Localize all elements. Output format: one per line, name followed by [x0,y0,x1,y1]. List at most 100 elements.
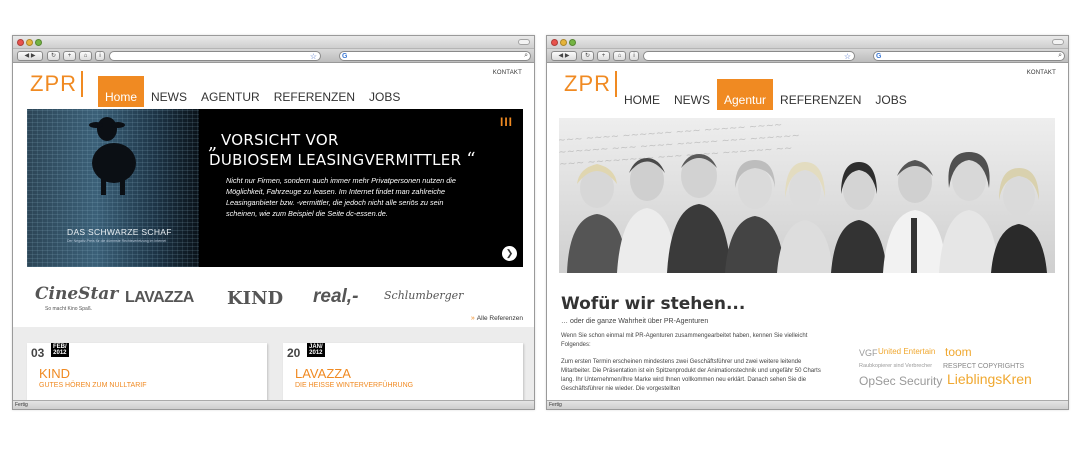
logo[interactable]: ZPR [564,71,611,97]
news-year: 2012 [53,350,67,356]
tag-respect-copyrights[interactable]: RESPECT COPYRIGHTS [943,363,1024,370]
add-bookmark-icon[interactable]: + [597,51,610,61]
hero-title-line1: VORSICHT VOR [221,131,339,149]
home-icon[interactable]: ⌂ [613,51,626,61]
page-info-icon[interactable]: i [95,51,105,61]
news-day: 20 [287,346,301,360]
back-forward-button[interactable]: ◀ ▶ [17,51,43,61]
toolbar-toggle-button[interactable] [518,39,530,45]
nav-item-news[interactable]: NEWS [144,76,194,107]
home-icon[interactable]: ⌂ [79,51,92,61]
schlumberger-logo[interactable]: Schlumberger [384,289,463,302]
webpage: KONTAKT ZPR HOME NEWS Agentur REFERENZEN… [547,65,1068,400]
news-day: 03 [31,346,45,360]
search-icon[interactable]: ⌕ [1058,52,1062,60]
search-icon[interactable]: ⌕ [524,52,528,60]
search-field[interactable]: G ⌕ [339,51,531,61]
nav-item-agentur[interactable]: AGENTUR [194,76,267,107]
logo[interactable]: ZPR [30,71,77,97]
google-search-icon: G [876,53,882,60]
add-bookmark-icon[interactable]: + [63,51,76,61]
minimize-window-button[interactable] [26,39,33,46]
webpage: KONTAKT ZPR Home NEWS AGENTUR REFERENZEN… [13,65,534,400]
hero-image: DAS SCHWARZE SCHAF Der Negativ-Preis für… [27,109,199,267]
hero-banner[interactable]: DAS SCHWARZE SCHAF Der Negativ-Preis für… [27,109,523,267]
tag-toom[interactable]: toom [945,345,972,359]
alle-referenzen-label: Alle Referenzen [476,315,523,322]
reload-icon[interactable]: ↻ [581,51,594,61]
google-search-icon: G [342,53,348,60]
status-bar: Fertig [13,400,534,409]
nav-item-news[interactable]: NEWS [667,79,717,110]
alle-referenzen-link[interactable]: » Alle Referenzen [471,315,523,322]
news-date-badge: JAN/2012 [307,343,325,357]
nav-item-home[interactable]: Home [98,76,145,107]
close-window-button[interactable] [551,39,558,46]
tag-opsec-security[interactable]: OpSec Security [859,374,942,388]
image-subcaption: Der Negativ-Preis für die dümmste Rechts… [67,239,167,243]
reload-icon[interactable]: ↻ [47,51,60,61]
url-field[interactable]: ☆ [643,51,855,61]
hero-title-line2: DUBIOSEM LEASINGVERMITTLER [209,151,462,169]
zoom-window-button[interactable] [569,39,576,46]
search-field[interactable]: G ⌕ [873,51,1065,61]
page-heading: Wofür wir stehen... [561,294,746,314]
bookmark-star-icon[interactable]: ☆ [844,52,851,61]
lavazza-logo[interactable]: LAVAZZA [125,289,194,307]
next-slide-button[interactable]: ❯ [502,246,517,261]
kind-logo[interactable]: KIND [227,288,283,309]
back-forward-button[interactable]: ◀ ▶ [551,51,577,61]
tag-vgf[interactable]: VGF [859,348,878,358]
logo-divider [81,71,83,97]
nav-item-jobs[interactable]: JOBS [868,79,913,110]
nav-item-referenzen[interactable]: REFERENZEN [267,76,362,107]
minimize-window-button[interactable] [560,39,567,46]
kontakt-link[interactable]: KONTAKT [1027,70,1056,76]
browser-toolbar: ◀ ▶ ↻ + ⌂ i ☆ G ⌕ [13,49,534,63]
nav-item-home[interactable]: HOME [617,79,667,110]
news-title: LAVAZZA [295,366,351,381]
news-card[interactable]: 20 JAN/2012 LAVAZZA DIE HEISSE WINTERVER… [283,343,523,400]
kontakt-link[interactable]: KONTAKT [493,70,522,76]
title-bar [547,36,1068,49]
news-subtitle: DIE HEISSE WINTERVERFÜHRUNG [295,382,414,389]
cinestar-logo[interactable]: CineStar [35,284,118,304]
body-text: Wenn Sie schon einmal mit PR-Agenturen z… [561,332,821,394]
image-caption: DAS SCHWARZE SCHAF [67,227,172,237]
toolbar-toggle-button[interactable] [1052,39,1064,45]
browser-toolbar: ◀ ▶ ↻ + ⌂ i ☆ G ⌕ [547,49,1068,63]
news-date-badge: FEB/2012 [51,343,69,357]
team-people-illustration [567,152,1047,273]
paragraph: Wenn Sie schon einmal mit PR-Agenturen z… [561,333,808,348]
status-bar: Fertig [547,400,1068,409]
nav-item-agentur[interactable]: Agentur [717,79,774,110]
news-section: 03 FEB/2012 KIND GUTES HÖREN ZUM NULLTAR… [13,327,534,400]
zoom-window-button[interactable] [35,39,42,46]
main-nav: Home NEWS AGENTUR REFERENZEN JOBS [98,76,407,107]
main-nav: HOME NEWS Agentur REFERENZEN JOBS [617,79,914,110]
real-logo[interactable]: real,- [313,286,358,308]
news-card[interactable]: 03 FEB/2012 KIND GUTES HÖREN ZUM NULLTAR… [27,343,267,400]
close-quote: “ [466,149,476,170]
news-subtitle: GUTES HÖREN ZUM NULLTARIF [39,382,147,389]
team-photo: ~~~ ~~~~ ~~~~~~ ~~~ ~~~~~ ~~~~ ~~~~~~ ~~… [559,118,1055,273]
tag-raubkopierer[interactable]: Raubkopierer sind Verbrecher [859,363,932,369]
browser-window-agentur: ◀ ▶ ↻ + ⌂ i ☆ G ⌕ KONTAKT ZPR HOME NEWS … [546,35,1069,410]
news-year: 2012 [309,350,323,356]
bookmark-star-icon[interactable]: ☆ [310,52,317,61]
tag-lieblingskren[interactable]: LieblingsKren [947,371,1032,387]
reference-logos: CineStar So macht Kino Spaß. LAVAZZA KIN… [27,278,523,324]
nav-item-referenzen[interactable]: REFERENZEN [773,79,868,110]
slider-indicator[interactable]: III [500,115,513,129]
hero-title: VORSICHT VOR DUBIOSEM LEASINGVERMITTLER … [209,131,476,170]
close-window-button[interactable] [17,39,24,46]
nav-item-jobs[interactable]: JOBS [362,76,407,107]
page-subheading: … oder die ganze Wahrheit über PR-Agentu… [561,318,709,325]
page-info-icon[interactable]: i [629,51,639,61]
url-field[interactable]: ☆ [109,51,321,61]
title-bar [13,36,534,49]
news-title: KIND [39,366,71,381]
cinestar-tagline: So macht Kino Spaß. [45,306,93,312]
tag-united-entertain[interactable]: United Entertain [878,347,935,356]
paragraph: Zum ersten Termin erscheinen mindestens … [561,359,821,392]
